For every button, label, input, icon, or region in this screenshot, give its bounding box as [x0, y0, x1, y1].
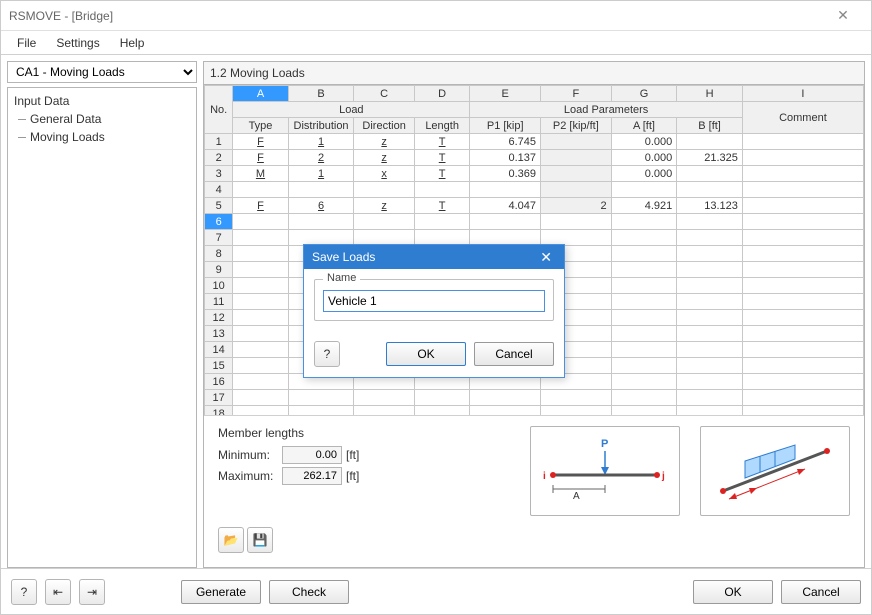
- menu-file[interactable]: File: [9, 34, 44, 52]
- max-label: Maximum:: [218, 469, 278, 483]
- name-group-label: Name: [323, 272, 360, 284]
- name-input[interactable]: [323, 290, 545, 312]
- svg-text:j: j: [661, 471, 665, 482]
- table-row[interactable]: 18: [205, 406, 864, 416]
- menu-help[interactable]: Help: [112, 34, 153, 52]
- col-H[interactable]: H: [677, 86, 743, 102]
- case-selector[interactable]: CA1 - Moving Loads: [7, 61, 197, 83]
- col-C[interactable]: C: [354, 86, 415, 102]
- table-row[interactable]: 6: [205, 214, 864, 230]
- dialog-title-bar[interactable]: Save Loads ✕: [304, 245, 564, 269]
- prev-table-icon[interactable]: ⇤: [45, 579, 71, 605]
- save-loads-dialog: Save Loads ✕ Name ? OK Cancel: [303, 244, 565, 378]
- tree-root[interactable]: Input Data: [10, 92, 194, 110]
- svg-text:i: i: [543, 471, 546, 482]
- cancel-button[interactable]: Cancel: [781, 580, 861, 604]
- tree-general-data[interactable]: General Data: [10, 110, 194, 128]
- help-icon[interactable]: ?: [11, 579, 37, 605]
- bottom-bar: ? ⇤ ⇥ Generate Check OK Cancel: [1, 568, 871, 614]
- tree-moving-loads[interactable]: Moving Loads: [10, 128, 194, 146]
- col-E[interactable]: E: [470, 86, 541, 102]
- min-label: Minimum:: [218, 448, 278, 462]
- table-row[interactable]: 3M1xT0.3690.000: [205, 166, 864, 182]
- generate-button[interactable]: Generate: [181, 580, 261, 604]
- dialog-cancel-button[interactable]: Cancel: [474, 342, 554, 366]
- preview-beam: P i j A: [530, 426, 680, 516]
- menu-bar: File Settings Help: [1, 31, 871, 55]
- member-lengths: Member lengths Minimum: [ft] Maximum: [f…: [218, 426, 418, 557]
- col-F[interactable]: F: [541, 86, 612, 102]
- max-value: [282, 467, 342, 485]
- preview-trapezoid: [700, 426, 850, 516]
- member-lengths-title: Member lengths: [218, 426, 418, 440]
- dialog-close-icon[interactable]: ✕: [536, 249, 556, 266]
- check-button[interactable]: Check: [269, 580, 349, 604]
- title-bar: RSMOVE - [Bridge] ✕: [1, 1, 871, 31]
- panel-title: 1.2 Moving Loads: [204, 62, 864, 85]
- max-unit: [ft]: [346, 469, 359, 483]
- dialog-title: Save Loads: [312, 250, 536, 264]
- name-group: Name: [314, 279, 554, 321]
- col-A[interactable]: A: [233, 86, 289, 102]
- nav-tree: Input Data General Data Moving Loads: [7, 87, 197, 568]
- svg-text:A: A: [573, 491, 580, 502]
- ok-button[interactable]: OK: [693, 580, 773, 604]
- col-B[interactable]: B: [288, 86, 354, 102]
- min-unit: [ft]: [346, 448, 359, 462]
- dialog-ok-button[interactable]: OK: [386, 342, 466, 366]
- menu-settings[interactable]: Settings: [48, 34, 107, 52]
- window-title: RSMOVE - [Bridge]: [9, 9, 823, 23]
- col-D[interactable]: D: [414, 86, 470, 102]
- save-icon[interactable]: 💾: [247, 527, 273, 553]
- table-row[interactable]: 1F1zT6.7450.000: [205, 134, 864, 150]
- col-G[interactable]: G: [611, 86, 677, 102]
- arrow-label: P: [601, 438, 608, 450]
- table-row[interactable]: 17: [205, 390, 864, 406]
- min-value: [282, 446, 342, 464]
- open-icon[interactable]: 📂: [218, 527, 244, 553]
- col-I[interactable]: I: [742, 86, 863, 102]
- next-table-icon[interactable]: ⇥: [79, 579, 105, 605]
- dialog-help-icon[interactable]: ?: [314, 341, 340, 367]
- table-row[interactable]: 2F2zT0.1370.00021.325: [205, 150, 864, 166]
- table-row[interactable]: 4: [205, 182, 864, 198]
- table-row[interactable]: 5F6zT4.04724.92113.123: [205, 198, 864, 214]
- close-icon[interactable]: ✕: [823, 7, 863, 24]
